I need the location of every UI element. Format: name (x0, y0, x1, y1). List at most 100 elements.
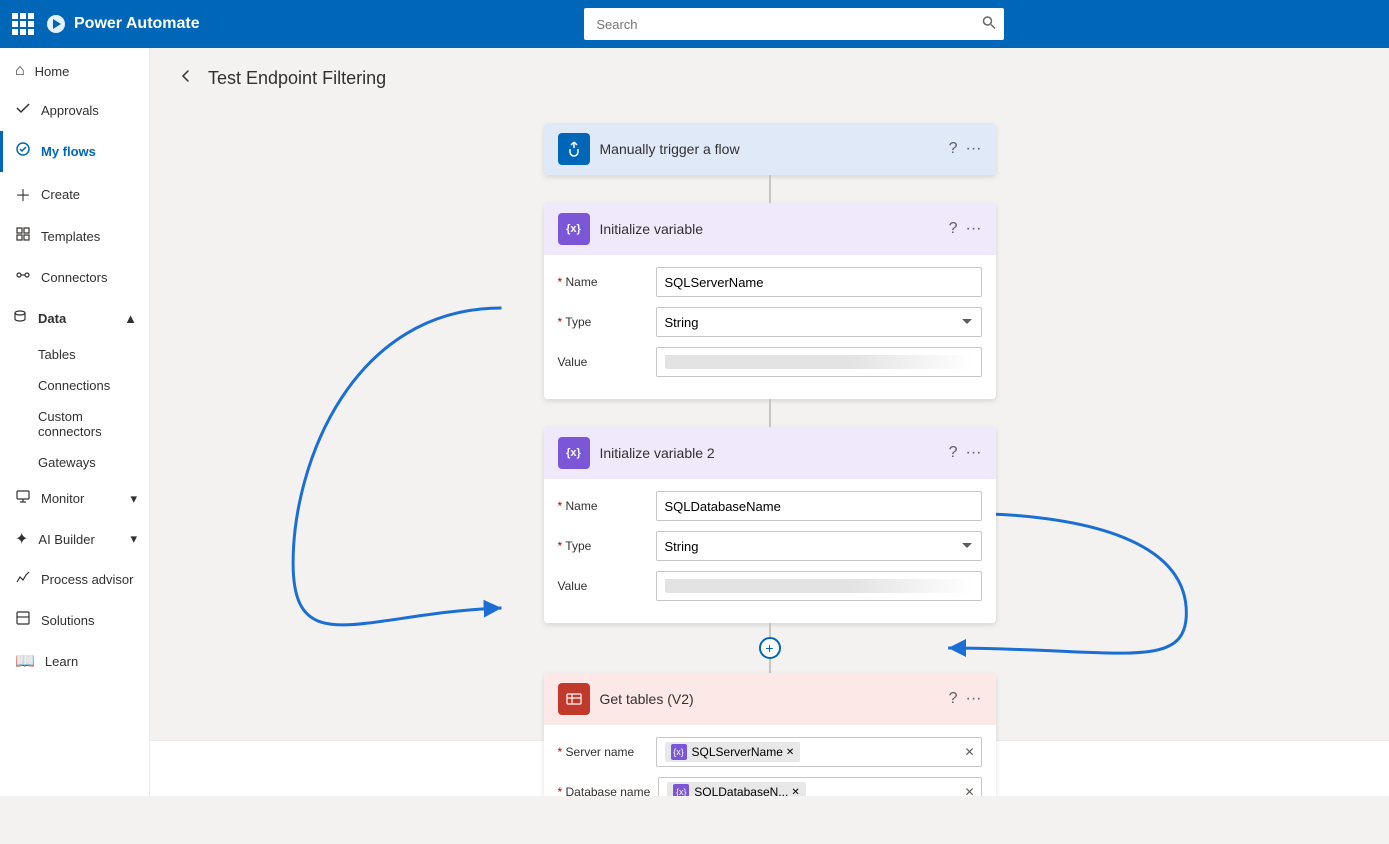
get-tables-icon (558, 683, 590, 715)
approvals-icon (15, 100, 31, 121)
sidebar-label-process-advisor: Process advisor (41, 572, 133, 587)
field-label-type-1: Type (558, 315, 648, 329)
sidebar-item-ai-builder[interactable]: ✦ AI Builder ▾ (0, 519, 149, 559)
step-init-var-2-body: Name Type String Value (544, 479, 996, 623)
init-var-1-help-button[interactable]: ? (949, 220, 958, 238)
search-container (584, 8, 1004, 40)
step-get-tables-actions: ? ··· (949, 690, 982, 708)
power-automate-logo-icon (46, 14, 66, 34)
connector-line-3a (769, 623, 771, 637)
step-init-var-1-body: Name Type String Value (544, 255, 996, 399)
sidebar-item-data[interactable]: Data ▲ (0, 298, 149, 339)
step-init-var-2-header: {x} Initialize variable 2 ? ··· (544, 427, 996, 479)
connector-line-3b (769, 659, 771, 673)
tag-db-close[interactable]: ✕ (791, 787, 799, 797)
back-button[interactable] (174, 64, 198, 93)
sidebar-item-custom-connectors[interactable]: Custom connectors (0, 401, 149, 447)
init-var-2-help-button[interactable]: ? (949, 444, 958, 462)
process-advisor-icon (15, 569, 31, 590)
tag-db-text: SQLDatabaseN... (694, 785, 788, 796)
monitor-icon (15, 488, 31, 509)
sidebar-item-create[interactable]: ＋ Create (0, 172, 149, 216)
sidebar-label-ai-builder: AI Builder (38, 532, 94, 547)
field-label-name-2: Name (558, 499, 648, 513)
field-server-clear-button[interactable]: ✕ (964, 745, 974, 759)
blurred-value-2 (665, 579, 973, 593)
field-tag-server-name[interactable]: {x} SQLServerName ✕ ✕ (656, 737, 982, 767)
field-row-value-2: Value (558, 571, 982, 601)
sidebar-item-home[interactable]: ⌂ Home (0, 52, 149, 90)
sidebar-label-gateways: Gateways (38, 455, 96, 470)
tag-db-name: {x} SQLDatabaseN... ✕ (667, 782, 805, 796)
sidebar-item-connectors[interactable]: Connectors (0, 257, 149, 298)
tag-db-icon: {x} (673, 784, 689, 796)
field-row-value-1: Value (558, 347, 982, 377)
field-input-name-1[interactable] (656, 267, 982, 297)
sidebar-label-home: Home (35, 64, 70, 79)
home-icon: ⌂ (15, 62, 25, 80)
sidebar: ⌂ Home Approvals My flows ＋ Create Templ… (0, 48, 150, 796)
step-get-tables-body: Server name {x} SQLServerName ✕ ✕ (544, 725, 996, 796)
field-input-value-1[interactable] (656, 347, 982, 377)
field-label-type-2: Type (558, 539, 648, 553)
sidebar-item-myflows[interactable]: My flows (0, 131, 149, 172)
field-input-value-2[interactable] (656, 571, 982, 601)
tag-server-icon: {x} (671, 744, 687, 760)
field-label-db-name: Database name (558, 785, 651, 796)
sidebar-item-process-advisor[interactable]: Process advisor (0, 559, 149, 600)
get-tables-help-button[interactable]: ? (949, 690, 958, 708)
tag-server-text: SQLServerName (692, 745, 783, 759)
sidebar-label-myflows: My flows (41, 144, 96, 159)
sidebar-item-tables[interactable]: Tables (0, 339, 149, 370)
field-input-name-2[interactable] (656, 491, 982, 521)
search-input[interactable] (584, 8, 1004, 40)
init-var-2-icon: {x} (558, 437, 590, 469)
myflows-icon (15, 141, 31, 162)
sidebar-item-connections[interactable]: Connections (0, 370, 149, 401)
field-row-type-2: Type String (558, 531, 982, 561)
trigger-more-button[interactable]: ··· (966, 140, 982, 158)
page-title: Test Endpoint Filtering (208, 68, 386, 89)
sidebar-label-create: Create (41, 187, 80, 202)
init-var-2-more-button[interactable]: ··· (966, 444, 982, 462)
step-get-tables-title: Get tables (V2) (600, 691, 939, 707)
sidebar-item-approvals[interactable]: Approvals (0, 90, 149, 131)
field-select-type-1[interactable]: String (656, 307, 982, 337)
field-row-type-1: Type String (558, 307, 982, 337)
solutions-icon (15, 610, 31, 631)
field-label-value-2: Value (558, 579, 648, 593)
trigger-help-button[interactable]: ? (949, 140, 958, 158)
tag-server-close[interactable]: ✕ (786, 747, 794, 758)
sidebar-item-learn[interactable]: 📖 Learn (0, 641, 149, 681)
tag-server-name: {x} SQLServerName ✕ (665, 742, 801, 762)
grid-menu-icon[interactable] (12, 13, 34, 35)
step-trigger: Manually trigger a flow ? ··· (544, 123, 996, 175)
data-icon (12, 308, 28, 329)
step-init-var-2-actions: ? ··· (949, 444, 982, 462)
sidebar-label-tables: Tables (38, 347, 76, 362)
app-name: Power Automate (74, 15, 200, 33)
learn-icon: 📖 (15, 651, 35, 671)
field-select-type-2[interactable]: String (656, 531, 982, 561)
connectors-icon (15, 267, 31, 288)
field-tag-db-name[interactable]: {x} SQLDatabaseN... ✕ ✕ (658, 777, 981, 796)
init-var-1-more-button[interactable]: ··· (966, 220, 982, 238)
init-var-1-icon-label: {x} (566, 223, 581, 235)
monitor-chevron-icon: ▾ (130, 491, 137, 507)
sidebar-label-templates: Templates (41, 229, 100, 244)
search-icon (982, 16, 996, 33)
sidebar-item-monitor[interactable]: Monitor ▾ (0, 478, 149, 519)
step-trigger-header: Manually trigger a flow ? ··· (544, 123, 996, 175)
sidebar-label-monitor: Monitor (41, 491, 84, 506)
sidebar-item-templates[interactable]: Templates (0, 216, 149, 257)
add-step-button-1[interactable]: + (759, 637, 781, 659)
step-trigger-actions: ? ··· (949, 140, 982, 158)
field-db-clear-button[interactable]: ✕ (964, 785, 974, 796)
init-var-1-icon: {x} (558, 213, 590, 245)
blurred-value-1 (665, 355, 973, 369)
step-init-var-1-header: {x} Initialize variable ? ··· (544, 203, 996, 255)
sidebar-item-solutions[interactable]: Solutions (0, 600, 149, 641)
get-tables-more-button[interactable]: ··· (966, 690, 982, 708)
sidebar-label-connections: Connections (38, 378, 110, 393)
sidebar-item-gateways[interactable]: Gateways (0, 447, 149, 478)
